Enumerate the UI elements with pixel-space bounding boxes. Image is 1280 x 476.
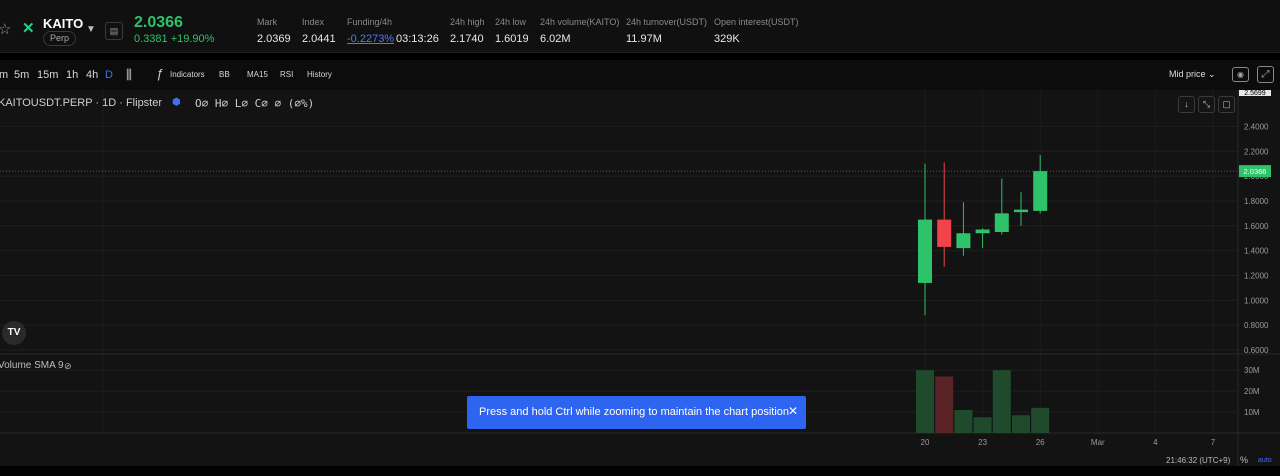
stat-label-24h-volume: 24h volume(KAITO) (540, 17, 620, 27)
x-tick-label: 23 (978, 438, 987, 447)
stat-label-index: Index (302, 17, 325, 27)
y-tick-label: 2.4000 (1244, 122, 1269, 131)
expand-icon[interactable]: ⤢ (1257, 66, 1274, 83)
y-tick-label: 1.4000 (1244, 247, 1269, 256)
history-button[interactable]: History (307, 70, 332, 79)
fx-icon[interactable]: ƒ (156, 66, 163, 81)
camera-icon[interactable]: ◉ (1232, 67, 1249, 82)
price-change: 0.3381 +19.90% (134, 33, 215, 45)
rsi-button[interactable]: RSI (280, 70, 293, 79)
volume-bar (916, 370, 934, 433)
stat-value-24h-volume: 6.02M (540, 33, 571, 45)
contract-type-badge: Perp (43, 31, 77, 46)
collapse-icon[interactable]: ⤡ (1198, 96, 1215, 113)
stat-label-24h-turnover: 24h turnover(USDT) (626, 17, 708, 27)
bb-button[interactable]: BB (219, 70, 230, 79)
timeframe-1d[interactable]: D (105, 69, 113, 81)
volume-bar (935, 376, 954, 433)
stat-value-index: 2.0441 (302, 33, 336, 45)
toast-message: Press and hold Ctrl while zooming to mai… (479, 406, 789, 418)
y-tick-label: 0.8000 (1244, 321, 1269, 330)
x-tick-label: 4 (1153, 438, 1158, 447)
clock-readout[interactable]: 21:46:32 (UTC+9) (1166, 456, 1230, 465)
stat-label-open-interest: Open interest(USDT) (714, 17, 799, 27)
candle-type-icon[interactable]: ⫼ (126, 67, 132, 83)
volume-bar (954, 409, 973, 433)
timeframe-1m[interactable]: m (0, 69, 8, 81)
volume-bar (1012, 415, 1030, 433)
indicators-button[interactable]: Indicators (170, 70, 205, 79)
kaito-coin-icon: ✕ (22, 20, 35, 37)
chart-title: KAITOUSDT.PERP · 1D · Flipster (0, 97, 163, 109)
zoom-hint-toast: Press and hold Ctrl while zooming to mai… (467, 396, 806, 429)
ma15-button[interactable]: MA15 (247, 70, 268, 79)
volume-bar (1031, 407, 1050, 433)
timeframe-15m[interactable]: 15m (37, 69, 58, 81)
symbol-name[interactable]: KAITO (43, 16, 83, 31)
candle-body (937, 219, 952, 247)
y-tick-label: 2.2000 (1244, 147, 1269, 156)
current-price-tag-label: 2.0366 (1244, 167, 1267, 176)
y-tick-label: 1.8000 (1244, 197, 1269, 206)
auto-scale-button[interactable]: auto (1258, 457, 1272, 464)
volume-tick-label: 20M (1244, 387, 1260, 396)
volume-tick-label: 30M (1244, 366, 1260, 375)
price-source-label: Mid price (1169, 69, 1206, 79)
chevron-down-icon[interactable]: ▼ (86, 24, 96, 35)
stat-label-24h-low: 24h low (495, 17, 527, 27)
y-tick-label: 1.2000 (1244, 271, 1269, 280)
last-price: 2.0366 (134, 14, 183, 31)
candle-body (918, 219, 932, 283)
funding-countdown: 03:13:26 (396, 33, 439, 45)
volume-bar (992, 370, 1011, 433)
stat-label-funding: Funding/4h (347, 17, 393, 27)
y-tick-label: 1.0000 (1244, 296, 1269, 305)
volume-bar (973, 417, 992, 433)
move-down-icon[interactable]: ↓ (1178, 96, 1195, 113)
close-icon[interactable]: ✕ (788, 404, 798, 418)
stat-value-mark: 2.0369 (257, 33, 291, 45)
candle-body (975, 229, 990, 234)
stat-value-open-interest: 329K (714, 33, 740, 45)
stat-value-24h-turnover: 11.97M (626, 33, 662, 45)
candle-body (994, 213, 1009, 232)
price-source-dropdown[interactable]: Mid price ⌄ (1169, 69, 1216, 80)
stat-value-24h-high: 2.1740 (450, 33, 484, 45)
stat-value-24h-low: 1.6019 (495, 33, 529, 45)
timeframe-4h[interactable]: 4h (86, 69, 98, 81)
ohlc-values: O∅ H∅ L∅ C∅ ∅ (∅%) (195, 97, 315, 110)
stat-label-24h-high: 24h high (450, 17, 485, 27)
candle-body (956, 233, 971, 249)
maximize-pane-icon[interactable]: ▢ (1218, 96, 1235, 113)
volume-tick-label: 10M (1244, 408, 1260, 417)
x-tick-label: Mar (1091, 438, 1105, 447)
hide-volume-icon[interactable]: ⊘ (64, 361, 72, 372)
candle-body (1033, 171, 1048, 211)
stat-label-mark: Mark (257, 17, 277, 27)
document-icon[interactable]: ▤ (105, 22, 123, 40)
x-tick-label: 26 (1036, 438, 1045, 447)
candle-body (1014, 209, 1028, 213)
chevron-down-icon: ⌄ (1208, 69, 1216, 79)
star-icon[interactable]: ☆ (0, 22, 14, 38)
settings-dot-icon[interactable]: ⬢ (172, 97, 181, 108)
timeframe-5m[interactable]: 5m (14, 69, 29, 81)
top-price-tag-label: 2.5699 (1244, 90, 1266, 97)
tradingview-logo-icon[interactable]: TV (2, 321, 26, 345)
x-tick-label: 20 (921, 438, 930, 447)
percent-scale-button[interactable]: % (1240, 455, 1248, 465)
x-tick-label: 7 (1211, 438, 1216, 447)
funding-rate-link[interactable]: -0.2273% (347, 33, 394, 45)
volume-legend: Volume SMA 9 (0, 360, 64, 371)
timeframe-1h[interactable]: 1h (66, 69, 78, 81)
y-tick-label: 1.6000 (1244, 222, 1269, 231)
